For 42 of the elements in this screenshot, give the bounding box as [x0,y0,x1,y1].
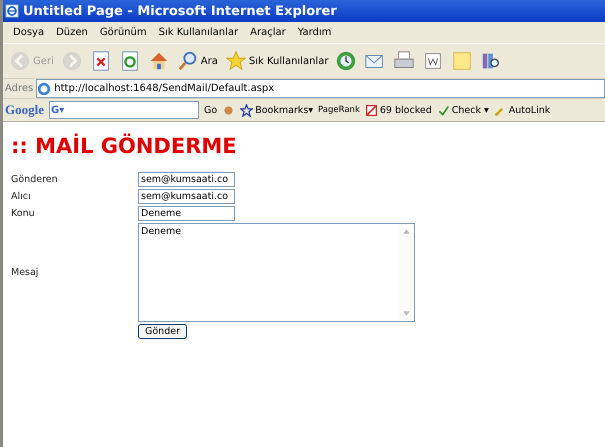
menu-item[interactable]: Dosya [7,27,50,38]
search-field[interactable]: G▾ [49,101,199,119]
note-icon [451,50,474,72]
favorites-icon [224,50,247,72]
field-label: Mesaj [11,267,40,278]
go-button[interactable]: Go [204,104,218,116]
scrollbar[interactable] [399,224,414,321]
popup-blocker-button[interactable]: 69 blocked [364,104,432,116]
menu-item[interactable]: Sık Kullanılanlar [152,27,244,38]
send-button[interactable]: Gönder [138,324,187,339]
google-logo: Google [4,102,44,118]
search-icon [176,50,199,72]
forward-icon [60,50,83,72]
menu-item[interactable]: Görünüm [94,27,153,38]
autolink-button[interactable]: AutoLink [494,104,550,116]
message-field[interactable]: Deneme [138,223,415,322]
spell-check-button[interactable]: Check ▾ [436,104,489,116]
input-field[interactable]: sem@kumsaati.co [138,189,235,204]
field-label: Gönderen [11,174,59,185]
blocked-icon [364,104,378,116]
menu-item[interactable]: Düzen [50,27,94,38]
field-label: Konu [11,208,36,219]
input-field[interactable]: Deneme [138,206,235,221]
address-field[interactable]: http://localhost:1648/SendMail/Default.aspx [36,79,605,98]
input-field[interactable]: sem@kumsaati.co [138,172,235,187]
field-label: Alıcı [11,191,32,202]
address-label: Adres [4,83,34,94]
checkmark-icon [436,104,450,116]
pagerank-button[interactable]: PageRank [318,105,360,115]
star-icon [240,104,254,116]
browser-icon [5,4,19,18]
bookmarks-button[interactable]: Bookmarks▾ [240,104,314,116]
window-title: Untitled Page - Microsoft Internet Explorer [23,4,337,18]
toolbar-button[interactable]: Ara [174,48,220,74]
toolbar-button[interactable]: Sık Kullanılanlar [222,48,330,74]
search-menu[interactable]: G▾ [50,104,66,116]
history-icon [335,50,358,72]
menu-item[interactable]: Araçlar [244,27,292,38]
page-icon [37,82,52,96]
page-heading: :: MAİL GÖNDERME [11,134,238,158]
back-icon [9,50,31,72]
menu-item[interactable]: Yardım [292,27,338,38]
